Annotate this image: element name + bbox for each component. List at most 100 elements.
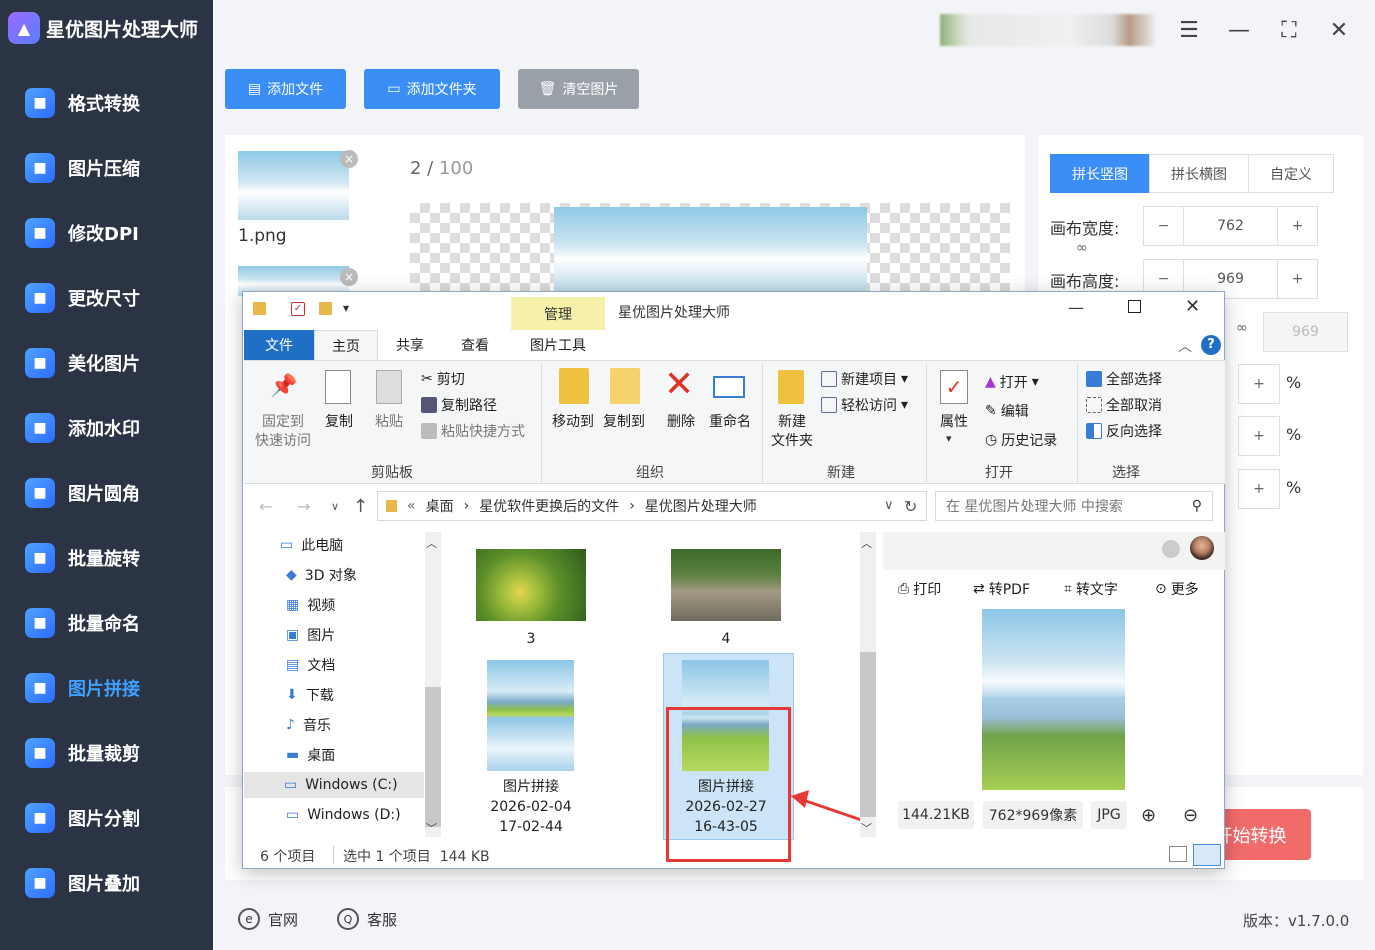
tab-share[interactable]: 共享: [378, 330, 442, 360]
search-box[interactable]: 在 星优图片处理大师 中搜索 ⚲: [935, 491, 1213, 521]
pin-quick-access-button[interactable]: 固定到 快速访问: [253, 413, 313, 451]
copy-button[interactable]: 复制: [321, 413, 357, 432]
recent-locations-icon[interactable]: ∨: [331, 500, 339, 513]
tab-picture-tools[interactable]: 图片工具: [511, 330, 605, 360]
increment-button[interactable]: +: [1238, 469, 1280, 509]
increment-button[interactable]: +: [1277, 207, 1317, 245]
close-icon[interactable]: ✕: [1185, 296, 1200, 317]
tab-view[interactable]: 查看: [443, 330, 507, 360]
properties-button[interactable]: 属性: [936, 413, 972, 432]
maximize-icon[interactable]: ⛶: [1276, 18, 1302, 44]
history-button[interactable]: ◷ 历史记录: [985, 430, 1057, 450]
tab-home[interactable]: 主页: [314, 330, 378, 360]
sidebar-item[interactable]: ■ 批量命名: [0, 592, 213, 654]
increment-button[interactable]: +: [1277, 260, 1317, 298]
remove-image-icon[interactable]: ×: [340, 150, 358, 168]
rename-button[interactable]: 重命名: [705, 413, 755, 432]
invert-selection-button[interactable]: 反向选择: [1086, 421, 1162, 441]
easy-access-button[interactable]: 轻松访问 ▾: [821, 395, 908, 415]
move-to-button[interactable]: 移动到: [548, 413, 598, 432]
collapse-ribbon-icon[interactable]: ︿: [1178, 336, 1192, 356]
website-link[interactable]: e 官网: [238, 908, 298, 930]
settings-sliders-icon[interactable]: ☰: [1176, 18, 1202, 44]
canvas-width-stepper[interactable]: − 762 +: [1143, 206, 1318, 246]
sidebar-item[interactable]: ■ 格式转换: [0, 72, 213, 134]
dropdown-arrow-icon[interactable]: ▾: [946, 432, 952, 445]
remove-image-icon[interactable]: ×: [340, 268, 358, 286]
increment-button[interactable]: +: [1238, 364, 1280, 404]
file-thumbnail[interactable]: [476, 549, 586, 621]
file-thumbnail[interactable]: [671, 549, 781, 621]
forward-icon[interactable]: →: [297, 497, 310, 516]
more-button[interactable]: ⊙ 更多: [1155, 579, 1199, 599]
new-folder-quick-icon[interactable]: [319, 302, 332, 315]
tree-scrollbar[interactable]: ︿ ﹀: [425, 532, 441, 837]
tree-item[interactable]: ▭ Windows (C:): [244, 772, 424, 798]
add-folder-button[interactable]: ▭ 添加文件夹: [364, 69, 500, 109]
image-thumbnail[interactable]: [238, 151, 349, 220]
tab-file[interactable]: 文件: [244, 330, 314, 360]
breadcrumb-current[interactable]: 星优图片处理大师: [645, 496, 757, 516]
refresh-icon[interactable]: ↻: [904, 497, 917, 516]
paste-button[interactable]: 粘贴: [371, 413, 407, 432]
file-scrollbar[interactable]: ︿ ﹀: [860, 532, 876, 837]
tree-item[interactable]: ▬ 桌面: [286, 742, 335, 768]
file-label[interactable]: 4: [671, 629, 781, 649]
close-icon[interactable]: ✕: [1326, 18, 1352, 44]
select-none-button[interactable]: 全部取消: [1086, 395, 1162, 415]
minimize-icon[interactable]: —: [1226, 18, 1252, 44]
open-button[interactable]: ▲ 打开 ▾: [985, 372, 1039, 392]
print-button[interactable]: ⎙ 打印: [898, 579, 941, 599]
copy-to-button[interactable]: 复制到: [599, 413, 649, 432]
address-bar[interactable]: « 桌面 › 星优软件更换后的文件 › 星优图片处理大师: [377, 491, 927, 521]
add-file-button[interactable]: ▤ 添加文件: [225, 69, 346, 109]
link-icon[interactable]: ∞: [1236, 320, 1248, 336]
help-icon[interactable]: ?: [1201, 335, 1221, 355]
file-label[interactable]: 图片拼接 2026-02-04 17-02-44: [476, 777, 586, 837]
copy-path-button[interactable]: 复制路径: [421, 395, 497, 415]
mode-custom-tab[interactable]: 自定义: [1248, 154, 1334, 193]
scrollbar-thumb[interactable]: [425, 687, 441, 827]
sidebar-item[interactable]: ■ 修改DPI: [0, 202, 213, 264]
sidebar-item[interactable]: ■ 图片拼接: [0, 657, 213, 719]
user-avatar[interactable]: [940, 14, 1155, 46]
sidebar-item[interactable]: ■ 添加水印: [0, 397, 213, 459]
increment-button[interactable]: +: [1238, 416, 1280, 456]
cut-button[interactable]: ✂ 剪切: [421, 369, 465, 389]
mode-vertical-tab[interactable]: 拼长竖图: [1050, 154, 1150, 193]
breadcrumb-folder[interactable]: 星优软件更换后的文件: [479, 496, 619, 516]
file-thumbnail[interactable]: [487, 660, 574, 771]
new-item-button[interactable]: 新建项目 ▾: [821, 369, 908, 389]
details-view-icon[interactable]: [1169, 846, 1187, 862]
delete-button[interactable]: 删除: [661, 413, 701, 432]
sidebar-item[interactable]: ■ 图片压缩: [0, 137, 213, 199]
sidebar-item[interactable]: ■ 批量旋转: [0, 527, 213, 589]
minimize-icon[interactable]: —: [1068, 298, 1084, 317]
sidebar-item[interactable]: ■ 更改尺寸: [0, 267, 213, 329]
sidebar-item[interactable]: ■ 图片圆角: [0, 462, 213, 524]
tree-item[interactable]: ▭ 此电脑: [280, 532, 343, 558]
canvas-width-value[interactable]: 762: [1184, 207, 1277, 245]
zoom-out-icon[interactable]: ⊖: [1183, 805, 1198, 826]
tree-item[interactable]: ♪ 音乐: [286, 712, 331, 738]
file-label[interactable]: 3: [476, 629, 586, 649]
quick-access-dropdown-icon[interactable]: ▾: [343, 301, 349, 315]
sidebar-item[interactable]: ■ 图片叠加: [0, 852, 213, 914]
shield-icon[interactable]: [1162, 540, 1180, 558]
manage-tab[interactable]: 管理: [511, 297, 605, 330]
sidebar-item[interactable]: ■ 批量裁剪: [0, 722, 213, 784]
address-dropdown-icon[interactable]: ∨: [884, 498, 894, 513]
breadcrumb-desktop[interactable]: 桌面: [426, 496, 454, 516]
tree-item[interactable]: ▣ 图片: [286, 622, 335, 648]
maximize-icon[interactable]: [1128, 300, 1141, 313]
scrollbar-thumb[interactable]: [860, 652, 876, 817]
up-icon[interactable]: ↑: [353, 496, 368, 517]
decrement-button[interactable]: −: [1144, 207, 1184, 245]
large-icons-view-icon[interactable]: [1193, 844, 1221, 866]
back-icon[interactable]: ←: [259, 497, 272, 516]
link-icon[interactable]: ∞: [1076, 240, 1088, 256]
properties-quick-icon[interactable]: ✓: [291, 302, 305, 316]
to-text-button[interactable]: ⌗ 转文字: [1064, 579, 1118, 599]
mode-horizontal-tab[interactable]: 拼长横图: [1149, 154, 1249, 193]
clear-images-button[interactable]: 🗑 清空图片: [518, 69, 639, 109]
